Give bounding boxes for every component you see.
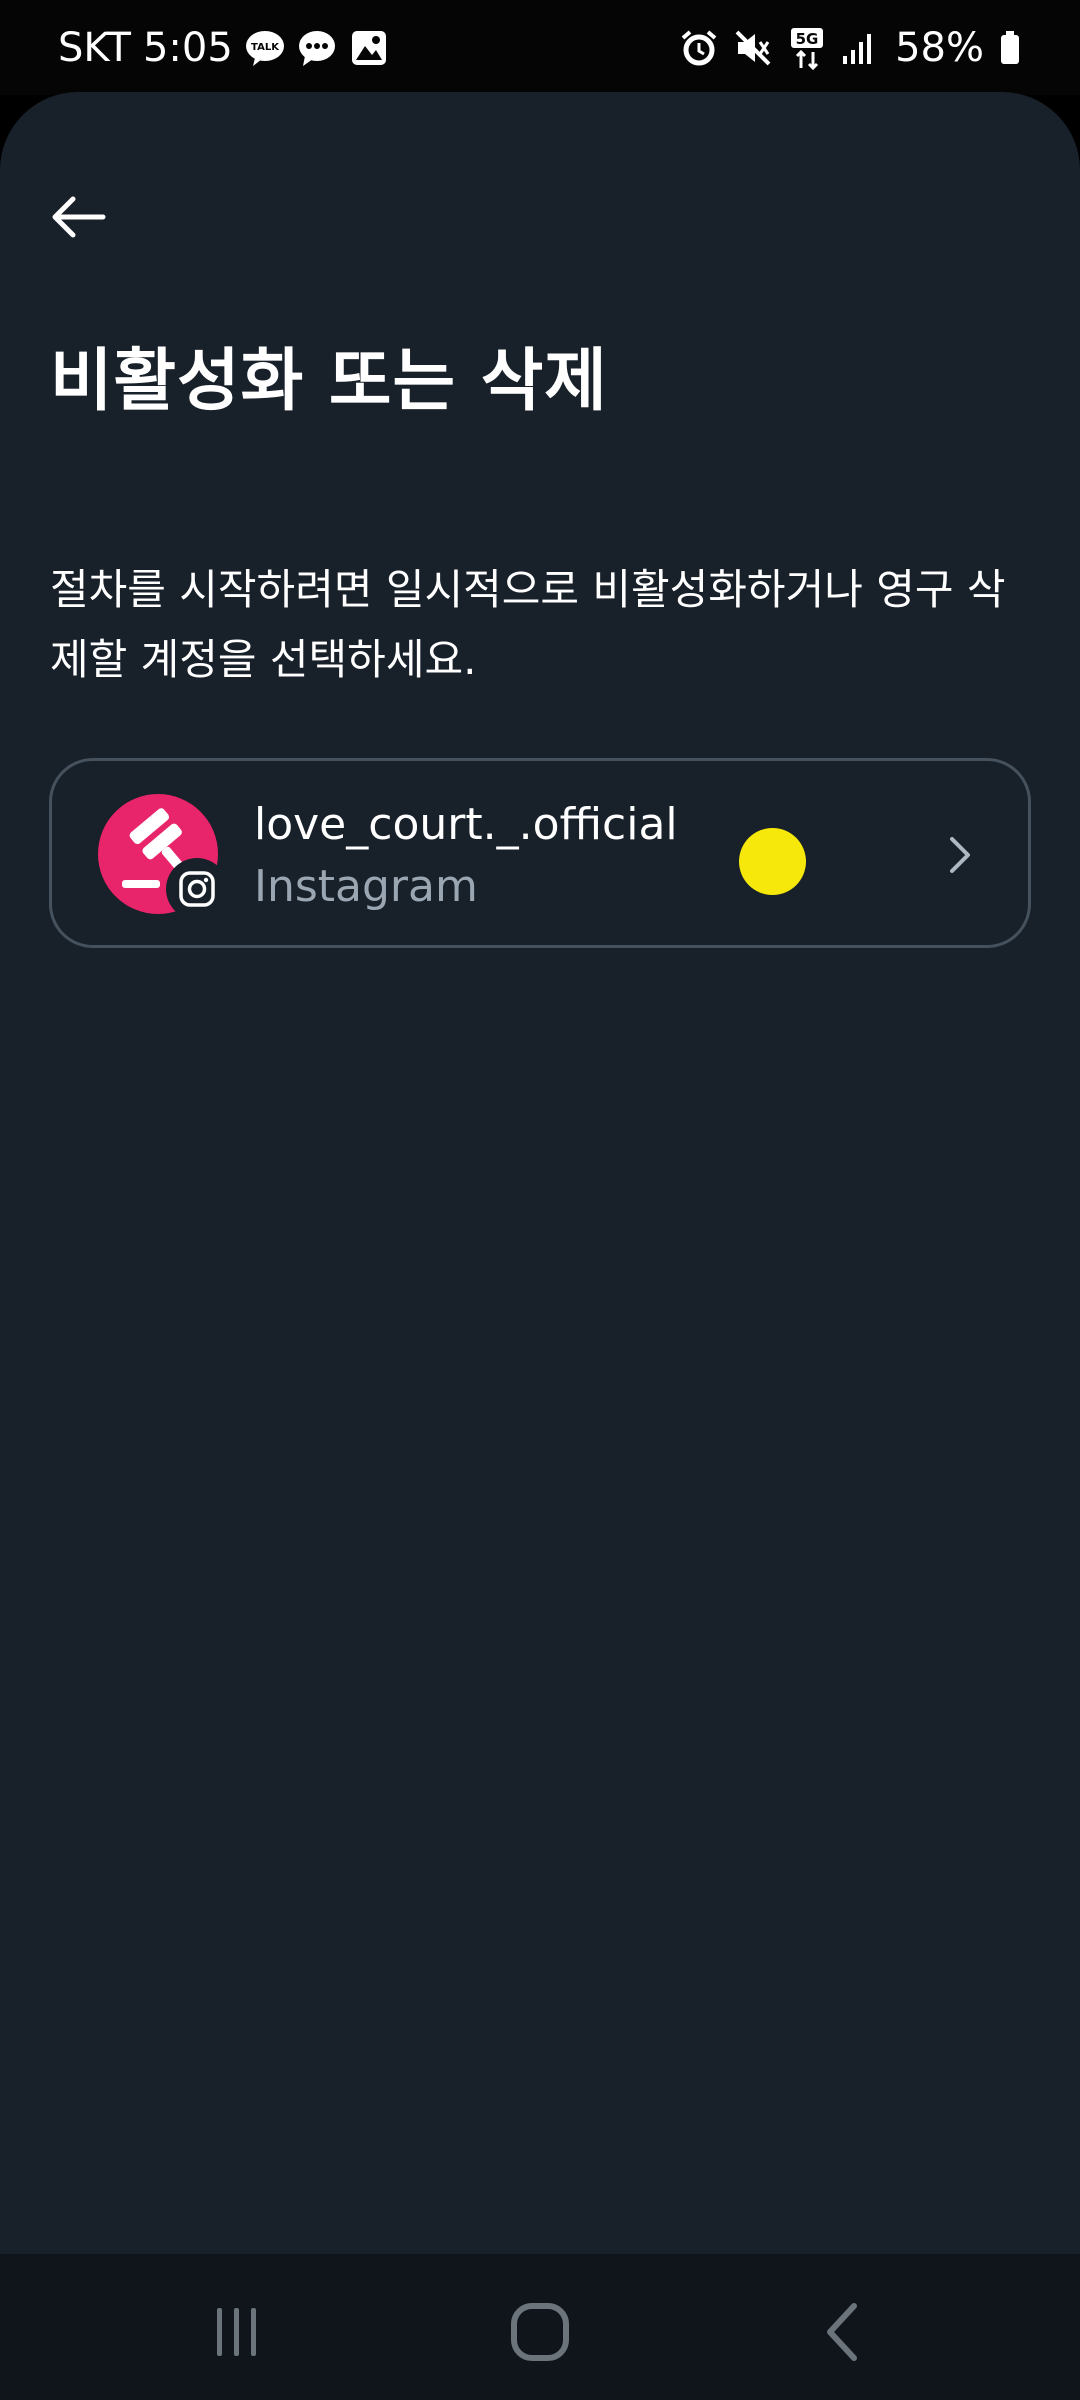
status-left: SKT 5:05 TALK <box>58 22 389 74</box>
avatar <box>98 794 228 920</box>
gallery-icon <box>349 28 389 68</box>
signal-icon <box>841 28 881 68</box>
network-label: 5G <box>796 30 819 48</box>
back-arrow-icon <box>52 196 106 238</box>
description-text: 절차를 시작하려면 일시적으로 비활성화하거나 영구 삭제할 계정을 선택하세요… <box>50 565 1006 684</box>
nav-back-button[interactable] <box>803 2292 883 2372</box>
home-button[interactable] <box>500 2292 580 2372</box>
clock: 5:05 <box>142 25 233 71</box>
mute-icon <box>733 28 773 68</box>
5g-icon: 5G <box>787 28 827 71</box>
home-icon <box>511 2303 569 2361</box>
back-button[interactable] <box>42 180 116 254</box>
touch-indicator <box>739 828 806 895</box>
carrier-label: SKT <box>58 25 131 71</box>
recent-apps-icon <box>217 2308 256 2356</box>
page-title: 비활성화 또는 삭제 <box>50 342 608 421</box>
account-username: love_court._.official <box>254 799 678 850</box>
status-right: 5G 58% <box>679 22 1022 74</box>
instagram-badge <box>166 858 228 920</box>
account-platform: Instagram <box>254 861 478 912</box>
navigation-bar <box>0 2254 1080 2400</box>
chevron-right-icon <box>950 837 970 873</box>
talk-icon-text: TALK <box>251 42 280 53</box>
alarm-icon <box>679 28 719 68</box>
message-icon <box>297 28 337 68</box>
recent-apps-button[interactable] <box>197 2292 277 2372</box>
status-bar: SKT 5:05 TALK 5G 58% <box>0 0 1080 95</box>
back-icon <box>827 2303 857 2361</box>
battery-icon <box>998 28 1022 68</box>
battery-percent: 58% <box>895 25 984 71</box>
instagram-icon <box>179 871 215 907</box>
kakaotalk-icon: TALK <box>245 28 285 68</box>
account-card[interactable]: love_court._.official Instagram <box>49 758 1031 948</box>
